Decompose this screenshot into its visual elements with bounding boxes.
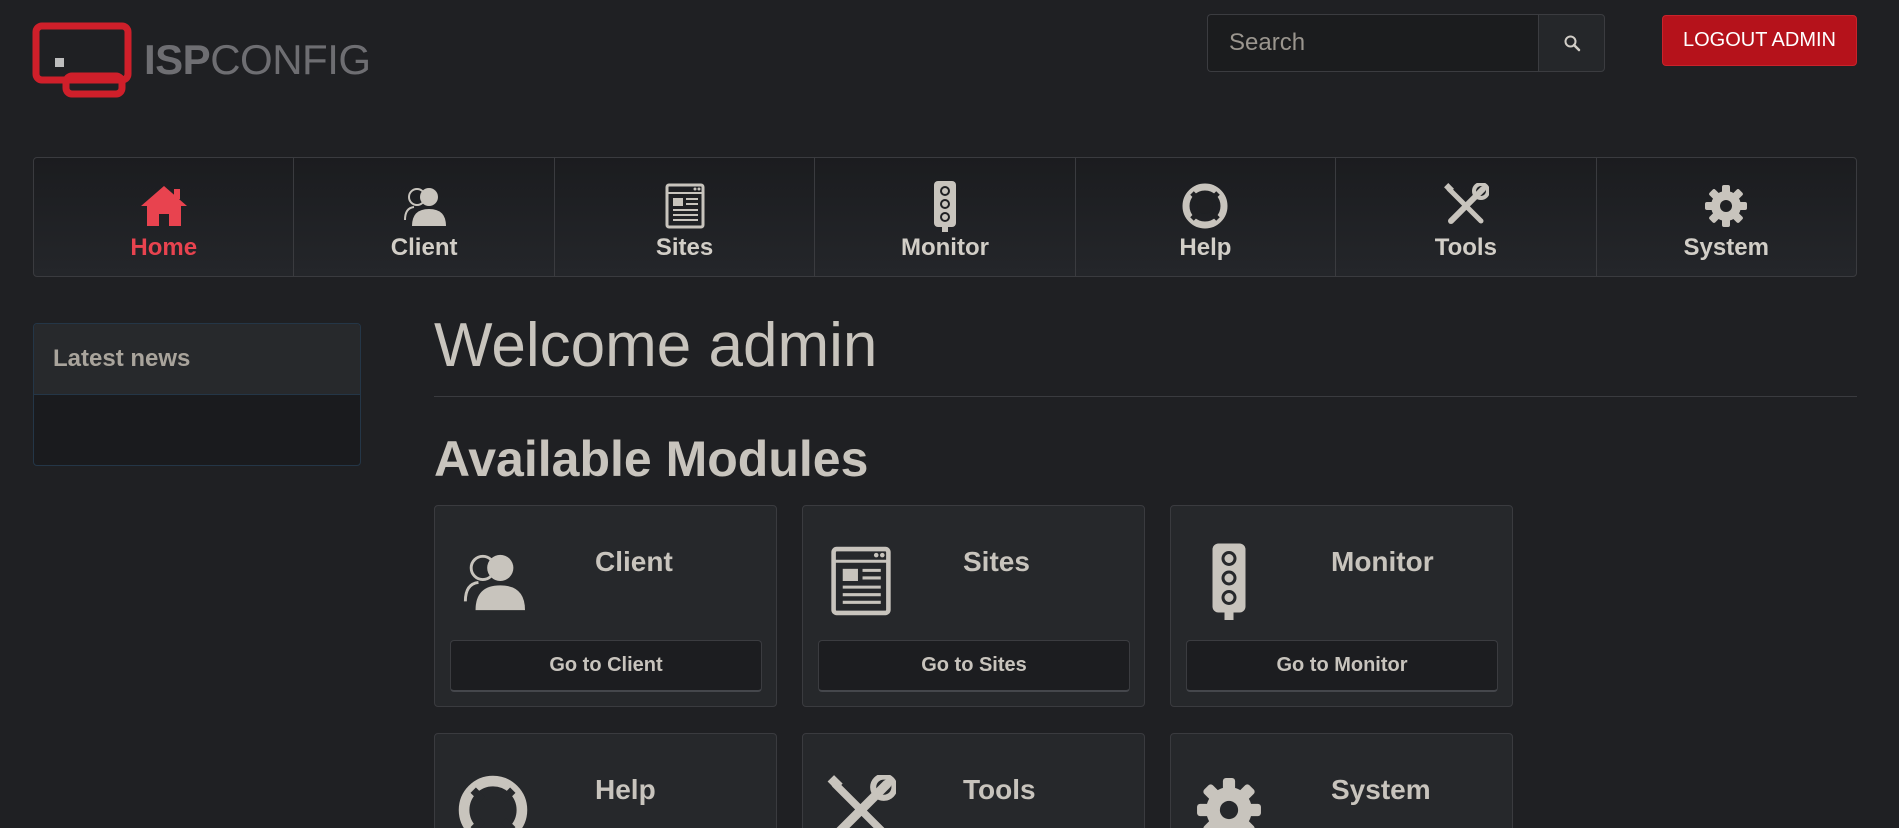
module-title: Monitor	[1331, 546, 1434, 577]
nav-label: Monitor	[900, 234, 989, 261]
module-title: Client	[595, 546, 673, 577]
tools-icon	[1443, 183, 1489, 224]
latest-news-panel: Latest news	[33, 323, 361, 466]
search-icon	[1564, 35, 1580, 52]
nav-item-help[interactable]: Help	[1076, 158, 1337, 276]
client-icon	[404, 188, 447, 226]
search-form	[1207, 14, 1605, 72]
logo-mark-icon	[32, 22, 132, 98]
module-title: System	[1331, 774, 1431, 805]
monitor-icon	[1212, 543, 1246, 620]
home-icon	[140, 186, 187, 226]
nav-item-sites[interactable]: Sites	[555, 158, 816, 276]
nav-item-tools[interactable]: Tools	[1336, 158, 1597, 276]
main-nav: Home Client Sites Monitor Help Tools Sys…	[33, 157, 1857, 277]
modules-heading: Available Modules	[434, 431, 869, 487]
logout-button[interactable]: LOGOUT ADMIN	[1662, 15, 1857, 66]
nav-item-monitor[interactable]: Monitor	[815, 158, 1076, 276]
module-title: Sites	[963, 546, 1030, 577]
sites-icon	[831, 546, 891, 616]
system-icon	[1197, 778, 1261, 828]
nav-item-home[interactable]: Home	[34, 158, 295, 276]
nav-label: System	[1683, 234, 1769, 261]
search-button[interactable]	[1538, 14, 1605, 72]
divider	[434, 396, 1857, 397]
module-title: Tools	[963, 774, 1036, 805]
page-title: Welcome admin	[434, 311, 878, 380]
logo-text: ISPCONFIG	[144, 36, 371, 83]
search-input[interactable]	[1207, 14, 1538, 72]
module-title: Help	[595, 774, 656, 805]
module-card-system: System	[1170, 733, 1513, 828]
monitor-icon	[933, 181, 956, 232]
nav-label: Sites	[655, 234, 714, 261]
module-card-help: Help	[434, 733, 777, 828]
go-to-client-button[interactable]: Go to Client	[450, 640, 762, 692]
client-icon	[463, 554, 525, 611]
go-to-sites-button[interactable]: Go to Sites	[818, 640, 1130, 692]
module-card-monitor: Monitor Go to Monitor	[1170, 505, 1513, 707]
help-icon	[1182, 183, 1228, 229]
nav-label: Help	[1179, 234, 1232, 261]
module-card-client: Client Go to Client	[434, 505, 777, 707]
system-icon	[1705, 185, 1748, 227]
nav-label: Home	[130, 234, 198, 261]
tools-icon	[827, 775, 896, 828]
nav-label: Client	[390, 234, 458, 261]
module-card-sites: Sites Go to Sites	[802, 505, 1145, 707]
latest-news-title: Latest news	[34, 324, 360, 395]
nav-item-system[interactable]: System	[1597, 158, 1856, 276]
module-card-tools: Tools	[802, 733, 1145, 828]
sites-icon	[665, 183, 705, 229]
go-to-monitor-button[interactable]: Go to Monitor	[1186, 640, 1498, 692]
ispconfig-logo[interactable]: ISPCONFIG	[32, 22, 371, 98]
nav-item-client[interactable]: Client	[294, 158, 555, 276]
help-icon	[458, 775, 528, 828]
nav-label: Tools	[1434, 234, 1497, 261]
